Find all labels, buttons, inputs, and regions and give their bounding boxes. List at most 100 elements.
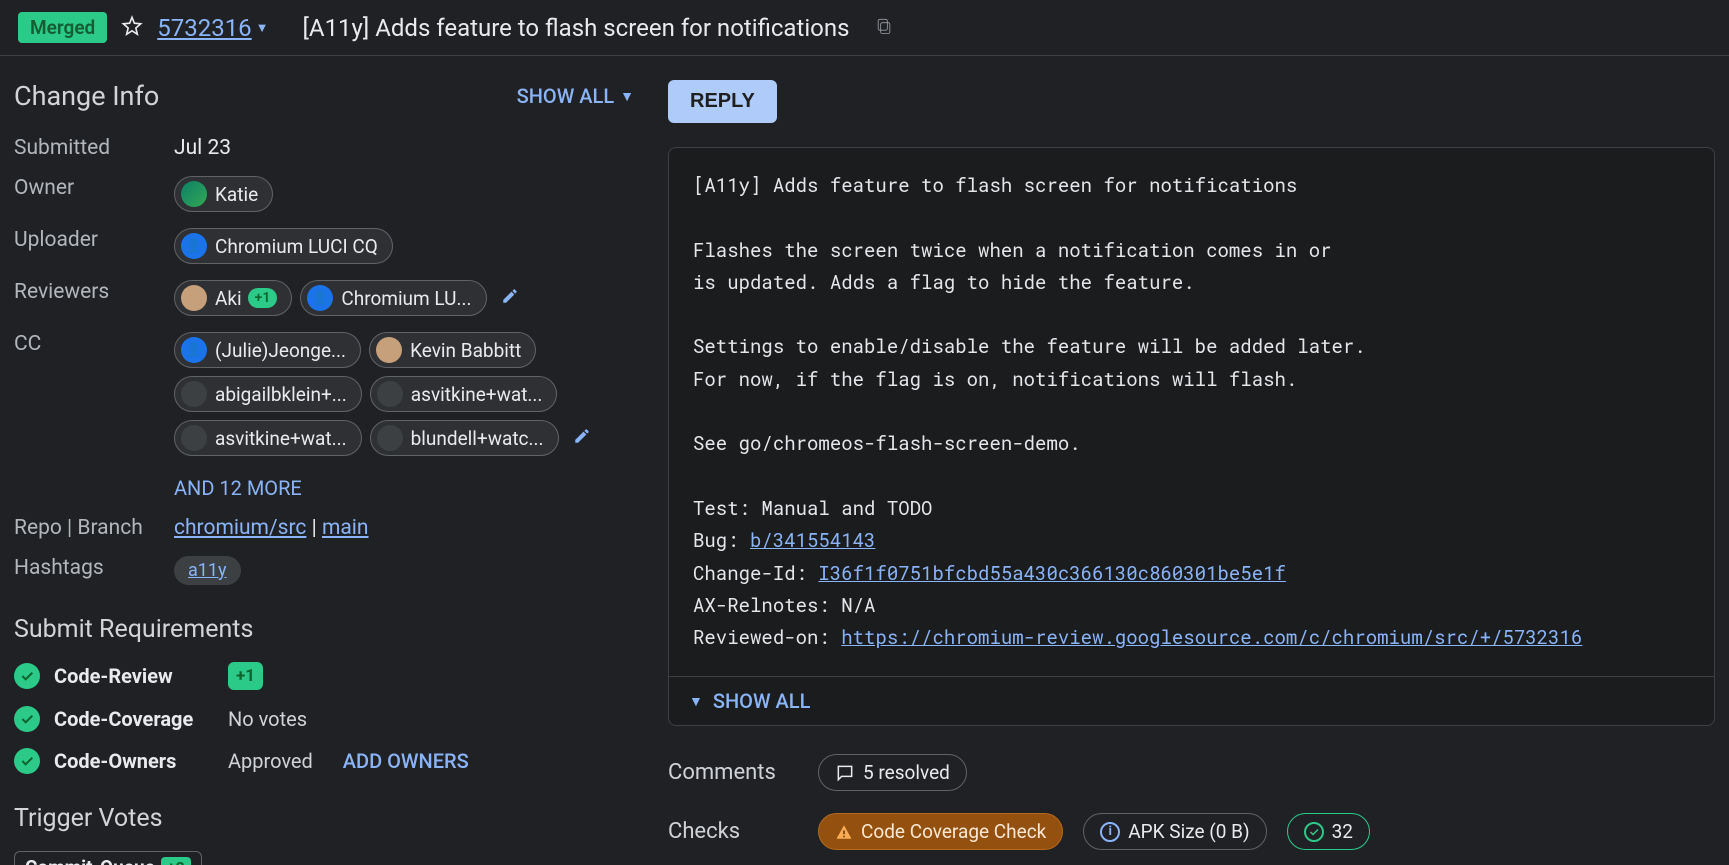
reviewer-chip[interactable]: Aki +1 — [174, 280, 292, 316]
check-chip-text: Code Coverage Check — [861, 820, 1046, 843]
comments-row: Comments 5 resolved — [668, 754, 1715, 791]
reply-button[interactable]: REPLY — [668, 80, 777, 123]
status-badge: Merged — [18, 12, 107, 43]
uploader-row: Uploader 👤 Chromium LUCI CQ — [14, 228, 634, 264]
commit-message: [A11y] Adds feature to flash screen for … — [669, 148, 1714, 676]
changeid-link[interactable]: I36f1f0751bfcbd55a430c366130c860301be5e1… — [818, 561, 1285, 586]
vote-badge: +1 — [248, 288, 278, 308]
comment-icon — [835, 763, 855, 783]
hashtags-row: Hashtags a11y — [14, 556, 634, 585]
check-icon — [1304, 822, 1324, 842]
avatar — [181, 425, 207, 451]
owner-label: Owner — [14, 176, 174, 200]
cc-chip[interactable]: abigailbklein+... — [174, 376, 362, 412]
bug-label: Bug: — [693, 528, 750, 553]
owner-row: Owner Katie — [14, 176, 634, 212]
reviewers-row: Reviewers Aki +1 👤 Chromium LU... — [14, 280, 634, 316]
resolved-chip[interactable]: 5 resolved — [818, 754, 967, 791]
check-icon — [14, 748, 40, 774]
check-icon — [14, 706, 40, 732]
reviewer-name: Chromium LU... — [341, 287, 471, 310]
check-chip-text: APK Size (0 B) — [1128, 820, 1249, 843]
trigger-votes-heading: Trigger Votes — [14, 804, 634, 833]
req-name: Code-Review — [54, 664, 214, 688]
change-number-dropdown[interactable]: 5732316 ▼ — [157, 14, 268, 42]
req-name: Code-Owners — [54, 749, 214, 773]
copy-icon[interactable] — [864, 16, 894, 40]
owner-chip[interactable]: Katie — [174, 176, 273, 212]
cc-chip[interactable]: asvitkine+wat... — [174, 420, 362, 456]
req-row-code-owners: Code-Owners Approved ADD OWNERS — [14, 748, 634, 774]
repo-link[interactable]: chromium/src — [174, 516, 306, 540]
avatar — [181, 285, 207, 311]
cc-chip[interactable]: asvitkine+wat... — [370, 376, 558, 412]
commit-show-all-button[interactable]: ▼ SHOW ALL — [669, 676, 1714, 725]
change-number-link[interactable]: 5732316 — [157, 14, 251, 42]
cc-name: Kevin Babbitt — [410, 339, 521, 362]
req-status: No votes — [228, 707, 307, 731]
check-icon — [14, 663, 40, 689]
star-icon[interactable] — [121, 15, 143, 41]
submit-requirements-heading: Submit Requirements — [14, 615, 634, 644]
checks-label: Checks — [668, 819, 798, 844]
cc-name: asvitkine+wat... — [215, 427, 347, 450]
commit-test: Test: Manual and TODO — [693, 496, 932, 521]
check-chip-warn[interactable]: Code Coverage Check — [818, 813, 1063, 850]
uploader-label: Uploader — [14, 228, 174, 252]
edit-cc-button[interactable] — [567, 427, 591, 449]
change-info-heading: Change Info — [14, 80, 159, 112]
reviewers-label: Reviewers — [14, 280, 174, 304]
reviewed-label: Reviewed-on: — [693, 625, 841, 650]
req-name: Code-Coverage — [54, 707, 214, 731]
cc-row: CC 👤 (Julie)Jeonge... Kevin Babbitt abiga… — [14, 332, 634, 456]
bug-link[interactable]: b/341554143 — [750, 528, 875, 553]
add-owners-button[interactable]: ADD OWNERS — [343, 749, 469, 773]
cc-name: (Julie)Jeonge... — [215, 339, 346, 362]
ax-line: AX-Relnotes: N/A — [693, 593, 875, 618]
comments-label: Comments — [668, 760, 798, 785]
info-icon: i — [1100, 822, 1120, 842]
branch-link[interactable]: main — [322, 516, 369, 540]
cc-name: blundell+watc... — [411, 427, 544, 450]
repo-branch-row: Repo | Branch chromium/src | main — [14, 516, 634, 540]
avatar: 👤 — [181, 337, 207, 363]
trigger-vote-chip[interactable]: Commit-Queue +2 — [14, 851, 202, 865]
avatar — [181, 381, 207, 407]
trigger-vote-name: Commit-Queue — [25, 856, 155, 865]
uploader-chip[interactable]: 👤 Chromium LUCI CQ — [174, 228, 393, 264]
check-chip-text: 32 — [1332, 820, 1353, 843]
commit-title: [A11y] Adds feature to flash screen for … — [693, 173, 1297, 198]
chevron-down-icon: ▼ — [620, 88, 634, 105]
chevron-down-icon: ▼ — [256, 20, 269, 36]
owner-name: Katie — [215, 183, 258, 206]
submitted-value: Jul 23 — [174, 136, 231, 160]
avatar: 👤 — [181, 233, 207, 259]
req-row-code-review: Code-Review +1 — [14, 662, 634, 690]
commit-message-box: [A11y] Adds feature to flash screen for … — [668, 147, 1715, 726]
avatar — [376, 337, 402, 363]
cc-chip[interactable]: Kevin Babbitt — [369, 332, 536, 368]
check-chip-info[interactable]: i APK Size (0 B) — [1083, 813, 1266, 850]
reviewed-link[interactable]: https://chromium-review.googlesource.com… — [841, 625, 1582, 650]
pipe: | — [306, 516, 322, 540]
repo-branch-label: Repo | Branch — [14, 516, 174, 540]
edit-reviewers-button[interactable] — [495, 287, 519, 309]
vote-badge: +1 — [228, 662, 263, 690]
and-more-button[interactable]: AND 12 MORE — [174, 476, 634, 500]
show-all-button[interactable]: SHOW ALL ▼ — [517, 84, 634, 108]
commit-para: See go/chromeos-flash-screen-demo. — [693, 431, 1081, 456]
submitted-row: Submitted Jul 23 — [14, 136, 634, 160]
cc-name: asvitkine+wat... — [411, 383, 543, 406]
req-row-code-coverage: Code-Coverage No votes — [14, 706, 634, 732]
cc-chip[interactable]: 👤 (Julie)Jeonge... — [174, 332, 361, 368]
reviewer-chip[interactable]: 👤 Chromium LU... — [300, 280, 486, 316]
hashtag-chip[interactable]: a11y — [174, 556, 241, 585]
changeid-label: Change-Id: — [693, 561, 818, 586]
cc-label: CC — [14, 332, 174, 356]
cc-chip[interactable]: blundell+watc... — [370, 420, 559, 456]
avatar — [377, 425, 403, 451]
trigger-vote-value: +2 — [161, 857, 191, 865]
avatar: 👤 — [307, 285, 333, 311]
commit-para: Settings to enable/disable the feature w… — [693, 334, 1366, 391]
check-chip-ok[interactable]: 32 — [1287, 813, 1370, 850]
